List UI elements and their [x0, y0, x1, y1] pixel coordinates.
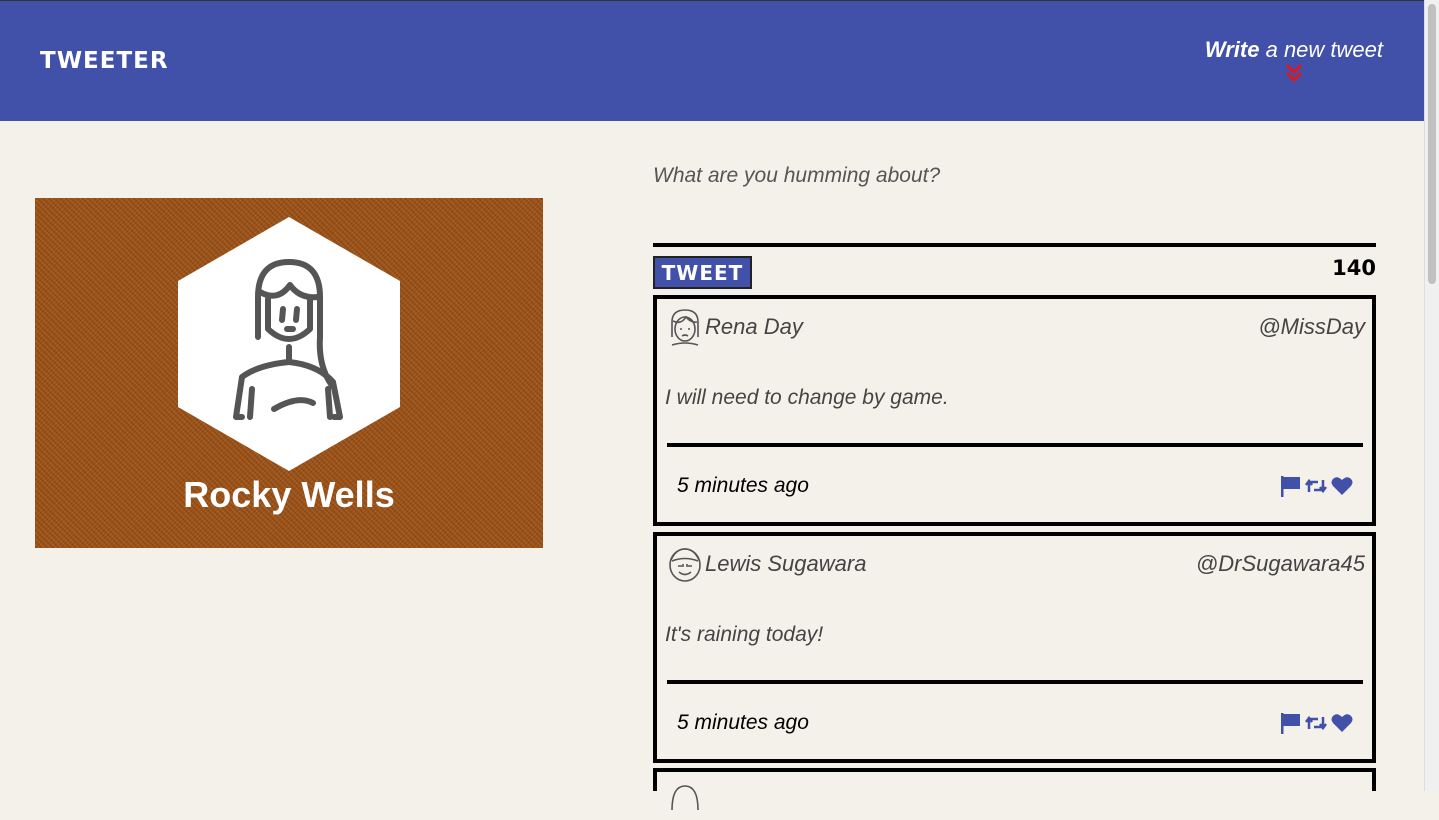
tweet-author-handle: @MissDay — [1258, 314, 1365, 339]
tweet-divider — [667, 443, 1363, 447]
tweet-actions — [1278, 711, 1354, 735]
top-nav: TWEETER Write a new tweet — [0, 0, 1424, 121]
tweet-content: I will need to change by game. — [665, 386, 949, 409]
tweet-author-handle: @DrSugawara45 — [1195, 551, 1365, 576]
tweet-timestamp: 5 minutes ago — [677, 474, 809, 497]
woman-avatar-icon — [178, 217, 400, 471]
man-avatar-icon — [669, 548, 701, 582]
brand-logo[interactable]: TWEETER — [40, 48, 169, 74]
tweet-timestamp: 5 minutes ago — [677, 711, 809, 734]
retweet-icon[interactable] — [1304, 711, 1328, 735]
double-chevron-down-icon — [1285, 63, 1302, 83]
profile-card: Rocky Wells — [35, 198, 543, 548]
scrollbar-thumb[interactable] — [1428, 4, 1436, 284]
avatar-icon — [671, 785, 699, 811]
tweet-card: Lewis Sugawara @DrSugawara45 It's rainin… — [653, 532, 1376, 763]
tweet-card-partial — [653, 768, 1376, 811]
flag-icon[interactable] — [1278, 474, 1302, 498]
page-scrollbar[interactable] — [1424, 0, 1439, 791]
tweet-card: Rena Day @MissDay I will need to change … — [653, 295, 1376, 526]
tweet-author-name: Rena Day — [705, 314, 803, 339]
tweet-content: It's raining today! — [665, 623, 824, 646]
write-new-tweet-link[interactable]: Write a new tweet — [1205, 37, 1383, 83]
tweet-composer: TWEET 140 — [653, 160, 1376, 289]
char-counter: 140 — [1332, 256, 1376, 280]
write-link-rest: a new tweet — [1259, 37, 1383, 62]
tweet-input[interactable] — [653, 160, 1376, 247]
retweet-icon[interactable] — [1304, 474, 1328, 498]
tweet-actions — [1278, 474, 1354, 498]
heart-icon[interactable] — [1330, 711, 1354, 735]
woman-avatar-icon — [671, 309, 699, 346]
tweet-author-name: Lewis Sugawara — [705, 551, 867, 576]
heart-icon[interactable] — [1330, 474, 1354, 498]
tweet-button[interactable]: TWEET — [653, 256, 752, 289]
tweet-divider — [667, 680, 1363, 684]
profile-name: Rocky Wells — [183, 474, 395, 515]
flag-icon[interactable] — [1278, 711, 1302, 735]
write-link-bold: Write — [1204, 37, 1260, 62]
